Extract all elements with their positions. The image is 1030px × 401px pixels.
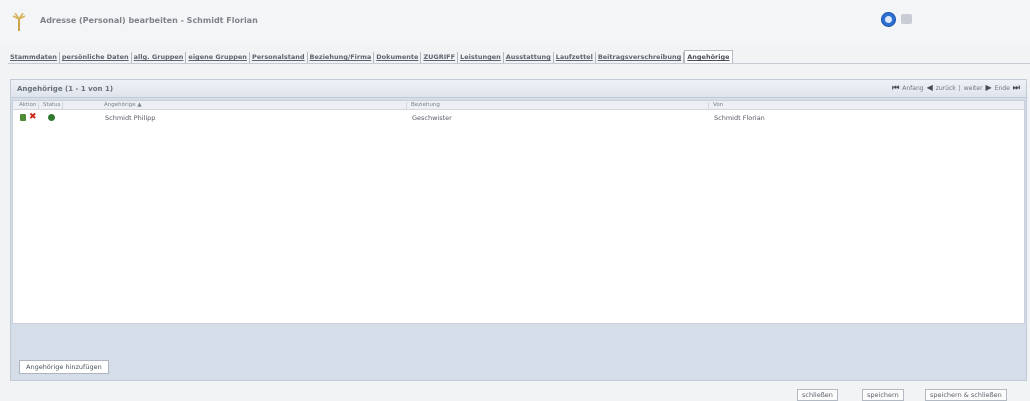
tab-laufzettel[interactable]: Laufzettel: [554, 52, 596, 63]
close-button[interactable]: schließen: [797, 389, 838, 401]
pager-last[interactable]: Ende: [995, 85, 1010, 92]
window-title: Adresse (Personal) bearbeiten - Schmidt …: [40, 16, 258, 25]
tab-eigene-gruppen[interactable]: eigene Gruppen: [186, 52, 250, 63]
print-icon[interactable]: [901, 14, 912, 24]
tab-dokumente[interactable]: Dokumente: [374, 52, 422, 63]
tab-personalstand[interactable]: Personalstand: [250, 52, 308, 63]
panel-header: Angehörige (1 - 1 von 1) ⏮ Anfang ◀ zurü…: [11, 80, 1026, 98]
column-header-from[interactable]: Von: [711, 102, 1021, 109]
tab-strip: Stammdaten persönliche Daten allg. Gruppen…: [8, 50, 1030, 64]
next-page-icon[interactable]: ▶: [986, 84, 992, 92]
pager-next[interactable]: weiter: [964, 85, 983, 92]
column-header-status[interactable]: Status: [41, 102, 63, 109]
relatives-panel: Angehörige (1 - 1 von 1) ⏮ Anfang ◀ zurü…: [10, 79, 1027, 381]
relation-from: Schmidt Florian: [714, 114, 765, 122]
add-relative-button[interactable]: Angehörige hinzufügen: [19, 360, 109, 374]
relation-type: Geschwister: [412, 114, 452, 122]
tab-allg-gruppen[interactable]: allg. Gruppen: [132, 52, 187, 63]
relative-name: Schmidt Philipp: [105, 114, 156, 122]
pager: ⏮ Anfang ◀ zurück | weiter ▶ Ende ⏭: [892, 84, 1020, 92]
help-icon[interactable]: [881, 12, 896, 27]
palm-icon: [12, 13, 26, 31]
column-header-relatives[interactable]: Angehörige ▲: [102, 102, 407, 109]
pager-prev[interactable]: zurück: [936, 85, 956, 92]
pager-first[interactable]: Anfang: [902, 85, 923, 92]
status-indicator: [48, 114, 55, 121]
edit-icon[interactable]: [20, 114, 26, 121]
tab-zugriff[interactable]: ZUGRIFF: [421, 52, 459, 63]
tab-stammdaten[interactable]: Stammdaten: [8, 52, 60, 63]
column-header-relation[interactable]: Beziehung: [409, 102, 709, 109]
table-row[interactable]: ✖ Schmidt Philipp Geschwister Schmidt Fl…: [13, 111, 1024, 124]
panel-title: Angehörige (1 - 1 von 1): [17, 85, 114, 93]
tab-angehörige[interactable]: Angehörige: [684, 50, 733, 63]
tab-beitragsverschreibung[interactable]: Beitragsverschreibung: [596, 52, 685, 63]
save-button[interactable]: speichern: [862, 389, 904, 401]
tab-beziehung-firma[interactable]: Beziehung/Firma: [308, 52, 375, 63]
pager-separator: |: [958, 84, 961, 92]
tab-ausstattung[interactable]: Ausstattung: [504, 52, 554, 63]
save-and-close-button[interactable]: speichern & schließen: [925, 389, 1007, 401]
first-page-icon[interactable]: ⏮: [892, 84, 899, 92]
delete-icon[interactable]: ✖: [29, 112, 37, 122]
last-page-icon[interactable]: ⏭: [1013, 84, 1020, 92]
title-bar: Adresse (Personal) bearbeiten - Schmidt …: [0, 0, 1030, 44]
prev-page-icon[interactable]: ◀: [927, 84, 933, 92]
column-header-action[interactable]: Aktion: [17, 102, 39, 109]
tab-persönliche-daten[interactable]: persönliche Daten: [60, 52, 132, 63]
relatives-table: Aktion Status Angehörige ▲ Beziehung Von…: [12, 100, 1025, 324]
tab-leistungen[interactable]: Leistungen: [458, 52, 504, 63]
table-header: Aktion Status Angehörige ▲ Beziehung Von: [13, 101, 1024, 110]
